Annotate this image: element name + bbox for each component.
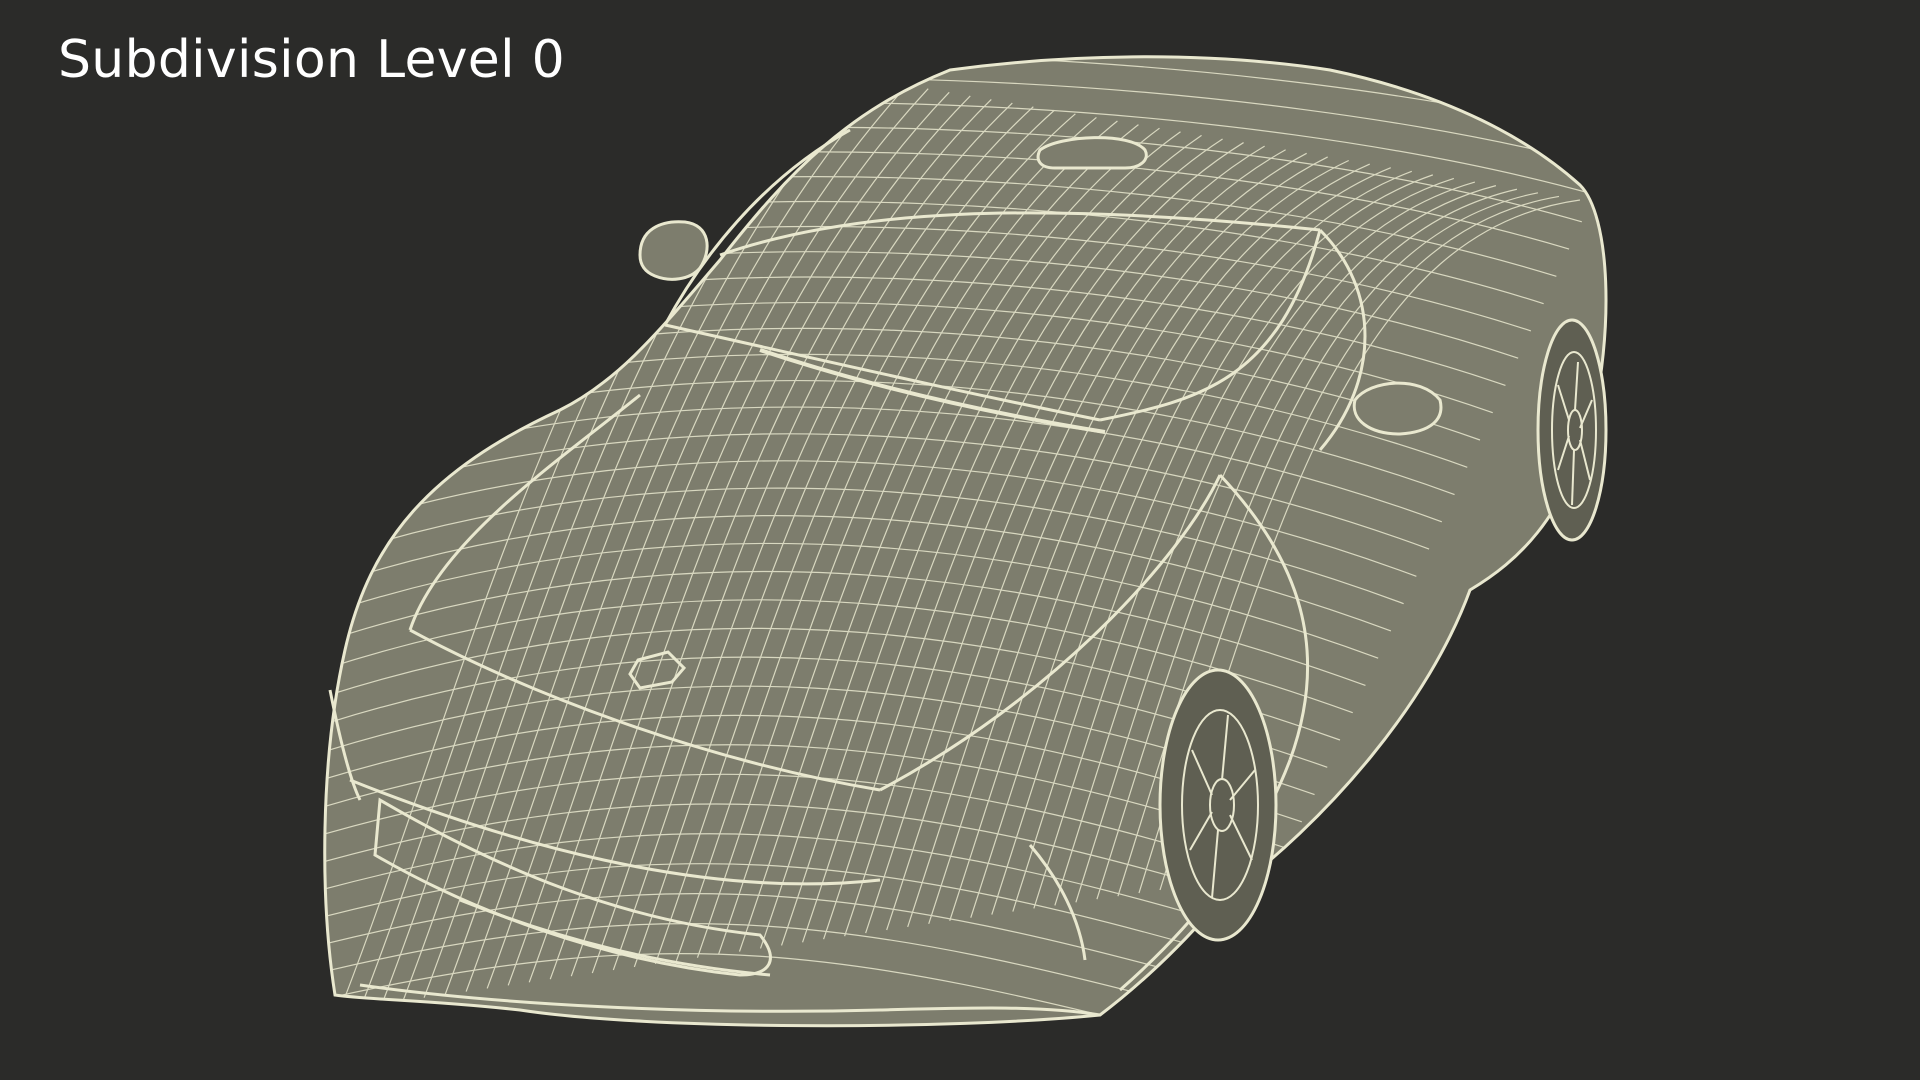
front-right-wheel [1158,668,1278,942]
right-side-mirror [1352,381,1443,436]
car-wireframe-model [323,55,1608,1028]
car-body [323,55,1608,1028]
left-side-mirror [638,220,709,281]
render-viewport: Subdivision Level 0 [0,0,1920,1080]
rear-right-wheel [1536,318,1608,542]
subdivision-level-caption: Subdivision Level 0 [58,30,566,90]
roof-sensor [1036,136,1148,170]
